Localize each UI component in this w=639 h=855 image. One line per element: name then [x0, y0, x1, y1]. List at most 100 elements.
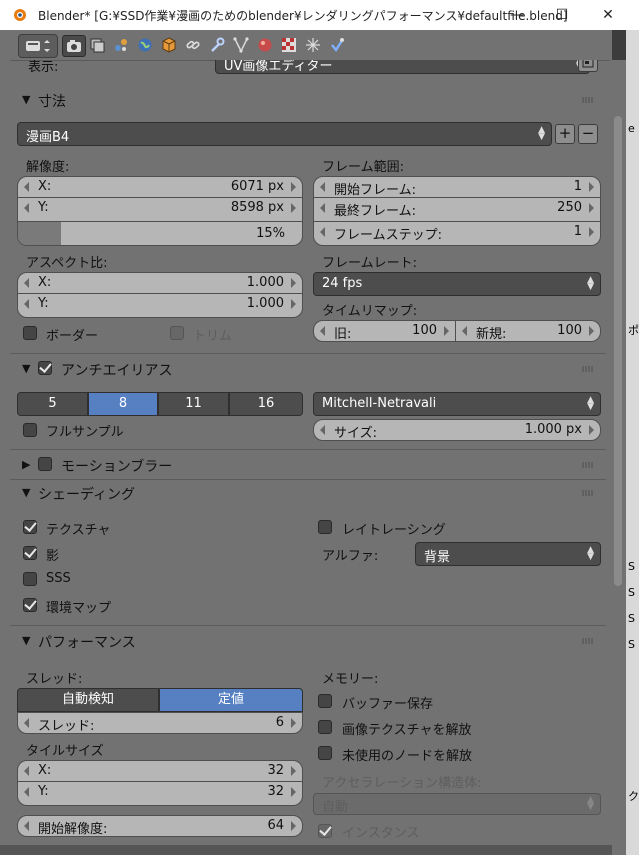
add-preset-button[interactable]: +	[555, 124, 575, 144]
crop-checkbox[interactable]	[170, 326, 184, 340]
frame-rate-select[interactable]: 24 fps ▲ ▼	[313, 272, 601, 296]
close-button[interactable]: ✕	[595, 4, 621, 26]
decrement-arrow-icon[interactable]	[320, 203, 325, 213]
increment-arrow-icon[interactable]	[589, 326, 594, 336]
render-layers-tab[interactable]	[86, 35, 108, 55]
constraints-tab[interactable]	[182, 35, 204, 55]
increment-arrow-icon[interactable]	[589, 182, 594, 192]
start-resolution-field[interactable]: 開始解像度: 64	[17, 815, 303, 837]
performance-header[interactable]: ▼ パフォーマンス	[10, 626, 606, 656]
remove-preset-button[interactable]: −	[578, 124, 598, 144]
aa-samples-16[interactable]: 16	[229, 392, 303, 416]
physics-tab[interactable]	[326, 35, 348, 55]
antialias-checkbox[interactable]	[38, 361, 52, 375]
save-buffers-checkbox[interactable]	[318, 694, 332, 708]
aa-samples-11[interactable]: 11	[158, 392, 229, 416]
threads-field[interactable]: スレッド: 6	[17, 712, 303, 734]
motion-blur-checkbox[interactable]	[38, 457, 52, 471]
data-tab[interactable]	[230, 35, 252, 55]
textures-checkbox[interactable]	[23, 520, 37, 534]
motion-blur-header[interactable]: ▶ モーションブラー	[10, 450, 606, 480]
increment-arrow-icon[interactable]	[291, 203, 296, 213]
aa-samples-5[interactable]: 5	[17, 392, 88, 416]
object-tab[interactable]	[158, 35, 180, 55]
decrement-arrow-icon[interactable]	[24, 787, 29, 797]
display-window-button[interactable]	[578, 60, 598, 72]
shading-header[interactable]: ▼ シェーディング	[10, 478, 606, 508]
raytrace-checkbox[interactable]	[318, 520, 332, 534]
aspect-x-field[interactable]: X: 1.000	[17, 272, 303, 294]
free-image-textures-checkbox[interactable]	[318, 720, 332, 734]
free-unused-nodes-checkbox[interactable]	[318, 746, 332, 760]
particles-tab[interactable]	[302, 35, 324, 55]
increment-arrow-icon[interactable]	[444, 326, 449, 336]
antialias-header[interactable]: ▼ アンチエイリアス	[10, 354, 606, 384]
aa-samples-8[interactable]: 8	[88, 392, 158, 416]
panel-scrollbar[interactable]	[610, 60, 626, 855]
threads-auto-detect-button[interactable]: 自動検知	[17, 688, 159, 712]
aspect-y-field[interactable]: Y: 1.000	[17, 294, 303, 318]
frame-end-field[interactable]: 最終フレーム: 250	[313, 198, 601, 222]
decrement-arrow-icon[interactable]	[24, 299, 29, 309]
frame-step-field[interactable]: フレームステップ: 1	[313, 222, 601, 246]
render-tab[interactable]	[62, 35, 86, 57]
tile-x-field[interactable]: X: 32	[17, 760, 303, 782]
decrement-arrow-icon[interactable]	[24, 182, 29, 192]
scene-tab[interactable]	[110, 35, 132, 55]
decrement-arrow-icon[interactable]	[24, 821, 29, 831]
time-remap-new-field[interactable]: 新規: 100	[456, 320, 601, 342]
texture-tab[interactable]	[278, 35, 300, 55]
decrement-arrow-icon[interactable]	[24, 203, 29, 213]
minimize-button[interactable]: —	[504, 4, 530, 26]
maximize-button[interactable]: ☐	[549, 4, 575, 26]
increment-arrow-icon[interactable]	[291, 299, 296, 309]
sss-checkbox[interactable]	[23, 572, 37, 586]
time-remap-old-field[interactable]: 旧: 100	[313, 320, 456, 342]
shadows-checkbox[interactable]	[23, 546, 37, 560]
decrement-arrow-icon[interactable]	[320, 425, 325, 435]
increment-arrow-icon[interactable]	[589, 425, 594, 435]
alpha-mode-select[interactable]: 背景 ▲ ▼	[415, 542, 601, 566]
resolution-x-field[interactable]: X: 6071 px	[17, 176, 303, 198]
world-tab[interactable]	[134, 35, 156, 55]
aa-size-field[interactable]: サイズ: 1.000 px	[313, 419, 601, 441]
drag-grip-icon[interactable]	[582, 462, 594, 468]
decrement-arrow-icon[interactable]	[24, 766, 29, 776]
border-checkbox[interactable]	[23, 326, 37, 340]
increment-arrow-icon[interactable]	[589, 227, 594, 237]
drag-grip-icon[interactable]	[582, 97, 594, 103]
modifiers-tab[interactable]	[206, 35, 228, 55]
dimensions-header[interactable]: ▼ 寸法	[10, 85, 606, 115]
increment-arrow-icon[interactable]	[291, 787, 296, 797]
increment-arrow-icon[interactable]	[291, 718, 296, 728]
resolution-y-field[interactable]: Y: 8598 px	[17, 198, 303, 222]
increment-arrow-icon[interactable]	[291, 278, 296, 288]
decrement-arrow-icon[interactable]	[24, 278, 29, 288]
resolution-percentage-slider[interactable]: 15%	[17, 222, 303, 246]
editor-type-selector[interactable]	[18, 34, 58, 58]
decrement-arrow-icon[interactable]	[320, 227, 325, 237]
increment-arrow-icon[interactable]	[589, 203, 594, 213]
instances-checkbox[interactable]	[318, 824, 332, 838]
material-tab[interactable]	[254, 35, 276, 55]
render-preset-select[interactable]: 漫画B4 ▲ ▼	[17, 122, 552, 146]
increment-arrow-icon[interactable]	[291, 182, 296, 192]
decrement-arrow-icon[interactable]	[462, 326, 467, 336]
increment-arrow-icon[interactable]	[291, 821, 296, 831]
drag-grip-icon[interactable]	[582, 638, 594, 644]
aa-filter-select[interactable]: Mitchell-Netravali ▲ ▼	[313, 392, 601, 416]
scrollbar-thumb[interactable]	[614, 116, 622, 586]
drag-grip-icon[interactable]	[582, 490, 594, 496]
decrement-arrow-icon[interactable]	[320, 182, 325, 192]
acceleration-structure-select[interactable]: 自動 ▲ ▼	[313, 793, 601, 815]
decrement-arrow-icon[interactable]	[320, 326, 325, 336]
frame-start-field[interactable]: 開始フレーム: 1	[313, 176, 601, 198]
full-sample-checkbox[interactable]	[23, 423, 37, 437]
envmap-checkbox[interactable]	[23, 598, 37, 612]
threads-fixed-button[interactable]: 定値	[159, 688, 303, 712]
drag-grip-icon[interactable]	[582, 366, 594, 372]
decrement-arrow-icon[interactable]	[24, 718, 29, 728]
tile-y-field[interactable]: Y: 32	[17, 782, 303, 806]
increment-arrow-icon[interactable]	[291, 766, 296, 776]
display-select[interactable]: UV画像エディター ▲▼	[215, 60, 590, 74]
